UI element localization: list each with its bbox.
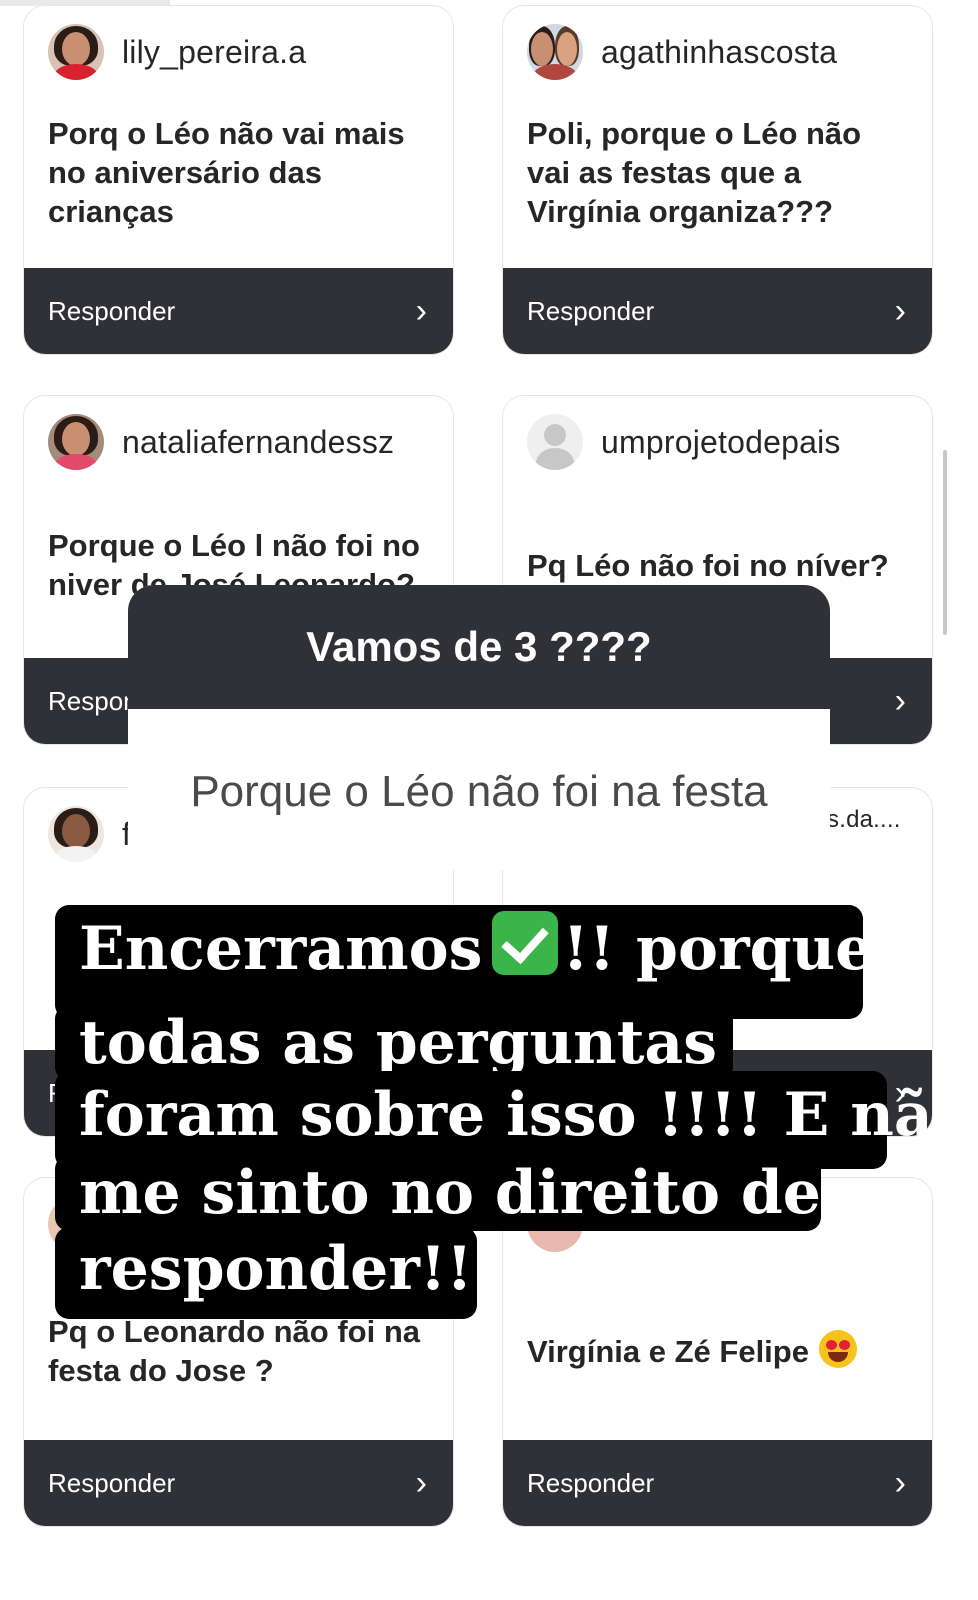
avatar[interactable] [527, 24, 583, 80]
card-user[interactable]: nataliafernandessz [48, 414, 394, 470]
chevron-right-icon: › [894, 1464, 906, 1502]
chevron-right-icon: › [415, 1464, 427, 1502]
question-card: lily_pereira.a Porq o Léo não vai mais n… [23, 5, 454, 355]
card-user[interactable]: lily_pereira.a [48, 24, 306, 80]
question-text: Pq Léo não foi no níver? [527, 548, 889, 583]
question-text: Virgínia e Zé Felipe [527, 1330, 912, 1371]
username[interactable]: s.da.... [827, 806, 901, 834]
caption-line-5: responder!!!! [55, 1227, 525, 1319]
caption-line-1: Encerramos !! porque [55, 905, 873, 1019]
person-silhouette-icon[interactable] [527, 414, 583, 470]
question-text: Porq o Léo não vai mais no aniversário d… [48, 116, 405, 229]
avatar[interactable] [48, 806, 104, 862]
question-text: Poli, porque o Léo não vai as festas que… [527, 116, 862, 229]
reply-button[interactable]: Responder › [24, 268, 453, 354]
heart-eyes-emoji [818, 1330, 857, 1368]
chevron-right-icon: › [894, 292, 906, 330]
chevron-right-icon: › [415, 292, 427, 330]
username[interactable]: agathinhascosta [601, 34, 837, 71]
caption-line-4: me sinto no direito de [55, 1155, 821, 1231]
card-user[interactable]: agathinhascosta [527, 24, 837, 80]
sticker-answer: Porque o Léo não foi na festa [190, 767, 768, 816]
question-label: Virgínia e Zé Felipe [527, 1334, 809, 1369]
caption-line-2: todas as perguntas [55, 1005, 733, 1081]
question-card: agathinhascosta Poli, porque o Léo não v… [502, 5, 933, 355]
username[interactable]: umprojetodepais [601, 424, 841, 461]
reply-label: Responder [527, 295, 655, 326]
reply-label: Responder [48, 295, 176, 326]
check-mark-button-emoji [492, 911, 559, 975]
reply-button[interactable]: Responder › [503, 268, 932, 354]
sticker-title: Vamos de 3 ???? [128, 585, 830, 709]
question-text: Pq o Leonardo não foi na festa do Jose ? [48, 1314, 420, 1388]
avatar[interactable] [48, 414, 104, 470]
reply-button[interactable]: Responder › [24, 1440, 453, 1526]
username[interactable]: nataliafernandessz [122, 424, 394, 461]
card-user[interactable]: s.da.... [827, 806, 901, 834]
chevron-right-icon: › [894, 682, 906, 720]
card-user[interactable]: umprojetodepais [527, 414, 841, 470]
card-user[interactable]: f [48, 806, 131, 862]
caption-text: !! porque [562, 914, 874, 984]
question-sticker: Vamos de 3 ???? Porque o Léo não foi na … [128, 585, 830, 870]
reply-label: Responder [48, 1467, 176, 1498]
scrollbar[interactable] [943, 450, 947, 635]
reply-button[interactable]: Responder › [503, 1440, 932, 1526]
avatar[interactable] [48, 24, 104, 80]
reply-label: Responder [527, 1467, 655, 1498]
username[interactable]: lily_pereira.a [122, 34, 306, 71]
caption-text: Encerramos [79, 914, 483, 984]
